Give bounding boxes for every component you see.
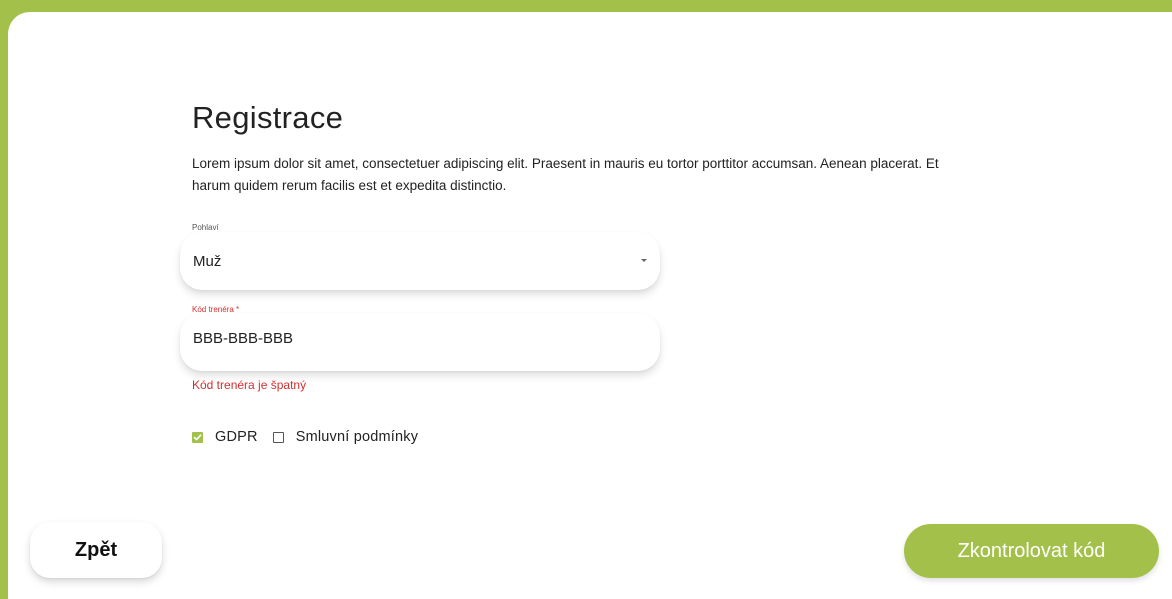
gdpr-checkbox[interactable]	[192, 431, 203, 443]
gdpr-label[interactable]: GDPR	[215, 429, 258, 445]
gender-value: Muž	[193, 253, 222, 270]
consent-row: GDPR Smluvní podmínky	[192, 428, 433, 446]
trainer-code-field	[180, 313, 660, 371]
terms-checkbox[interactable]	[272, 431, 284, 443]
trainer-code-error: Kód trenéra je špatný	[192, 378, 307, 392]
intro-text: Lorem ipsum dolor sit amet, consectetuer…	[192, 156, 939, 193]
gender-select[interactable]: Muž	[180, 232, 660, 290]
back-button[interactable]: Zpět	[30, 522, 162, 578]
terms-label[interactable]: Smluvní podmínky	[296, 429, 418, 445]
registration-card	[8, 12, 1172, 599]
trainer-code-input[interactable]	[193, 330, 613, 347]
chevron-down-icon	[641, 259, 647, 262]
page-frame	[0, 0, 1172, 599]
check-code-button[interactable]: Zkontrolovat kód	[904, 524, 1159, 578]
gender-label: Pohlaví	[192, 223, 219, 232]
check-icon	[193, 433, 202, 440]
page-title: Registrace	[192, 100, 344, 135]
